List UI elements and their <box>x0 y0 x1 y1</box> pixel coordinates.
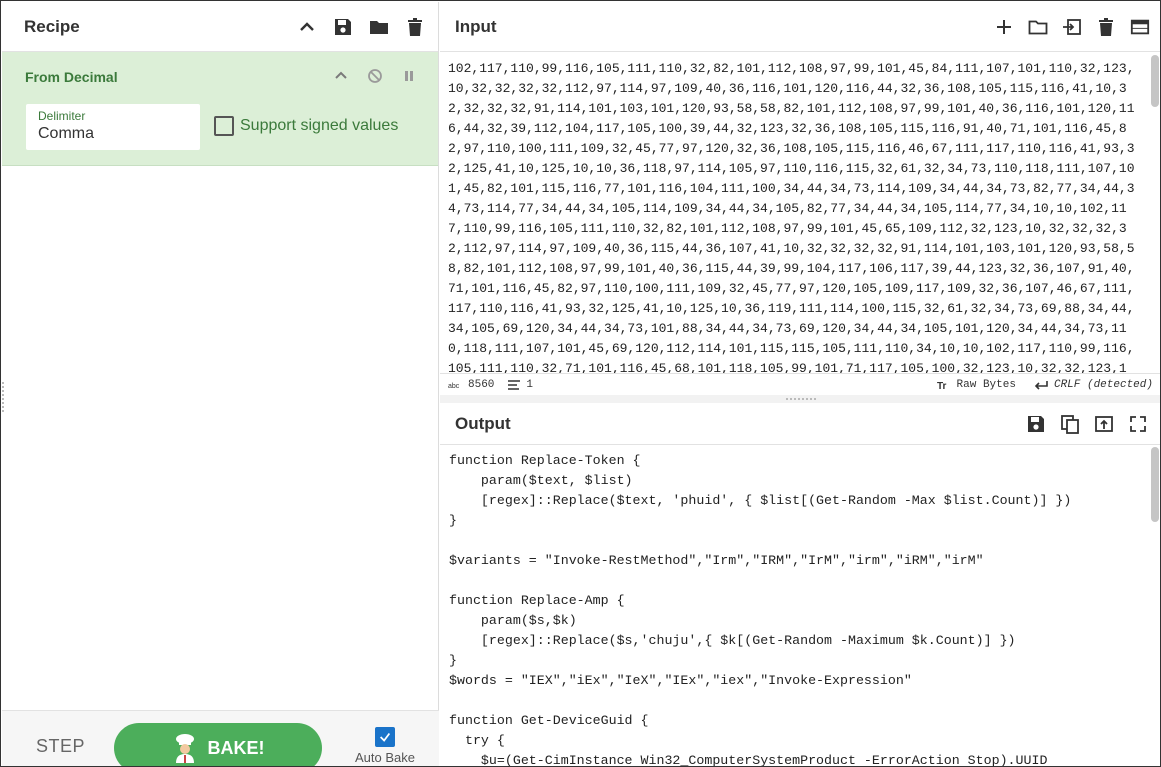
chevron-up-icon[interactable] <box>296 16 318 38</box>
delimiter-label: Delimiter <box>38 109 86 123</box>
chevron-up-icon[interactable] <box>330 65 352 87</box>
return-icon <box>1034 380 1048 390</box>
input-textarea[interactable]: 102,117,110,99,116,105,111,110,32,82,101… <box>440 53 1146 373</box>
auto-bake-label: Auto Bake <box>355 750 415 765</box>
output-scrollbar[interactable] <box>1151 447 1159 522</box>
io-area: Input 102,117,110,99,116,105,111,110,32,… <box>440 2 1160 766</box>
save-icon[interactable] <box>1025 413 1047 435</box>
auto-bake-toggle[interactable]: Auto Bake <box>350 727 420 765</box>
delimiter-value: Comma <box>38 125 95 142</box>
layout-icon[interactable] <box>1129 16 1151 38</box>
signed-values-checkbox[interactable] <box>214 116 234 136</box>
disable-icon[interactable] <box>364 65 386 87</box>
maximize-icon[interactable] <box>1127 413 1149 435</box>
folder-icon[interactable] <box>1027 16 1049 38</box>
output-header: Output <box>440 403 1160 445</box>
replace-input-icon[interactable] <box>1093 413 1115 435</box>
trash-icon[interactable] <box>1095 16 1117 38</box>
operation-from-decimal[interactable]: From Decimal Delimiter Comma Support sig… <box>2 52 438 166</box>
lines-icon <box>508 379 521 390</box>
input-format[interactable]: Tr Raw Bytes <box>937 379 1016 391</box>
chef-icon <box>175 734 194 763</box>
output-textarea[interactable]: function Replace-Token { param($text, $l… <box>440 446 1146 766</box>
panel-resize-handle[interactable] <box>2 382 8 412</box>
bake-label: BAKE! <box>207 737 265 758</box>
controls-bar: STEP BAKE! Auto Bake <box>2 710 439 766</box>
eol-sequence[interactable]: CRLF (detected) <box>1034 379 1153 391</box>
save-icon[interactable] <box>332 16 354 38</box>
cyberchef-window: Recipe From Decimal Delimiter Comma Supp… <box>0 0 1161 767</box>
recipe-header: Recipe <box>2 2 438 52</box>
input-title: Input <box>455 16 497 36</box>
operation-title: From Decimal <box>25 69 118 85</box>
recipe-title: Recipe <box>24 16 80 36</box>
format-value: Raw Bytes <box>956 378 1016 391</box>
folder-icon[interactable] <box>368 16 390 38</box>
input-header: Input <box>440 2 1160 52</box>
output-title: Output <box>455 413 511 433</box>
char-count: abc 8560 <box>448 379 494 391</box>
sign-in-icon[interactable] <box>1061 16 1083 38</box>
abc-icon: abc <box>448 383 460 389</box>
line-count-value: 1 <box>526 378 534 391</box>
signed-values-label: Support signed values <box>240 117 399 134</box>
input-scrollbar[interactable] <box>1151 55 1159 107</box>
delimiter-select[interactable]: Delimiter Comma <box>26 104 200 150</box>
auto-bake-checkbox[interactable] <box>375 727 395 747</box>
input-status-bar: abc 8560 1 Tr Raw Bytes CRLF (detected) <box>440 373 1160 395</box>
step-button[interactable]: STEP <box>36 736 85 757</box>
plus-icon[interactable] <box>993 16 1015 38</box>
svg-text:abc: abc <box>448 383 460 389</box>
trash-icon[interactable] <box>404 16 426 38</box>
eol-value: CRLF (detected) <box>1053 378 1153 391</box>
char-count-value: 8560 <box>468 378 495 391</box>
pause-icon[interactable] <box>398 65 420 87</box>
line-count: 1 <box>508 379 533 391</box>
io-splitter[interactable] <box>440 395 1160 403</box>
svg-text:Tr: Tr <box>937 381 947 390</box>
recipe-panel: Recipe From Decimal Delimiter Comma Supp… <box>2 2 439 766</box>
support-signed-values-option[interactable]: Support signed values <box>214 116 398 136</box>
copy-icon[interactable] <box>1059 413 1081 435</box>
bake-button[interactable]: BAKE! <box>114 723 322 766</box>
text-format-icon: Tr <box>937 381 947 390</box>
